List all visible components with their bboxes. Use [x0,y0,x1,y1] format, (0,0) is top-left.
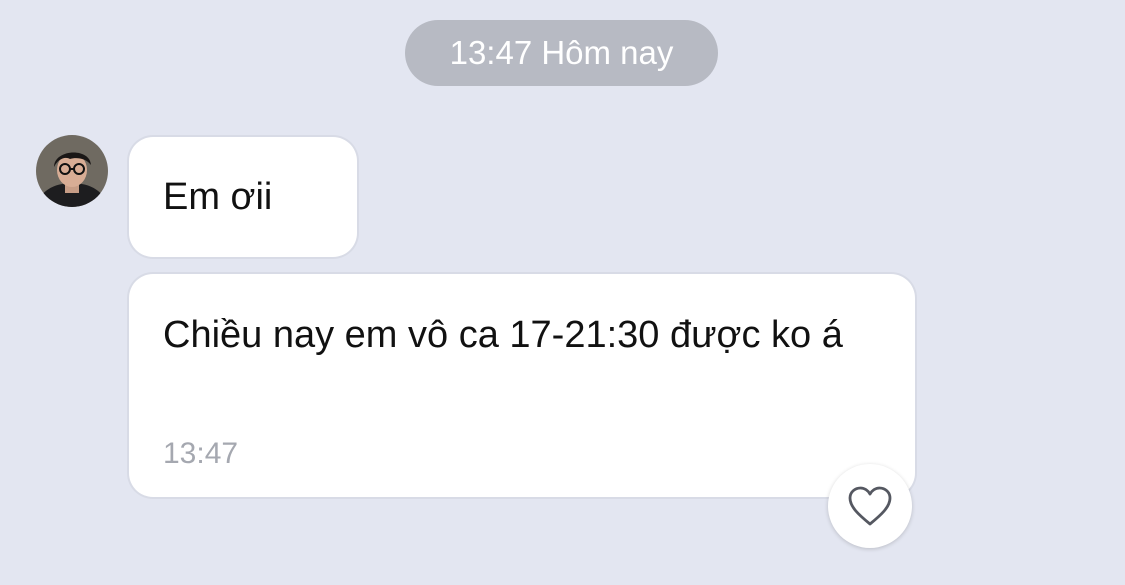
avatar-image [36,135,108,207]
message-timestamp: 13:47 [163,437,239,470]
heart-outline-icon [848,486,892,526]
message-text: Em ơii [163,176,273,218]
avatar[interactable] [36,135,108,207]
message-text: Chiều nay em vô ca 17-21:30 được ko á [163,314,843,356]
date-separator-label: 13:47 Hôm nay [449,34,674,71]
message-bubble[interactable]: Chiều nay em vô ca 17-21:30 được ko á 13… [129,274,915,497]
date-separator: 13:47 Hôm nay [405,20,718,86]
message-bubble[interactable]: Em ơii [129,137,357,257]
react-heart-button[interactable] [828,464,912,548]
